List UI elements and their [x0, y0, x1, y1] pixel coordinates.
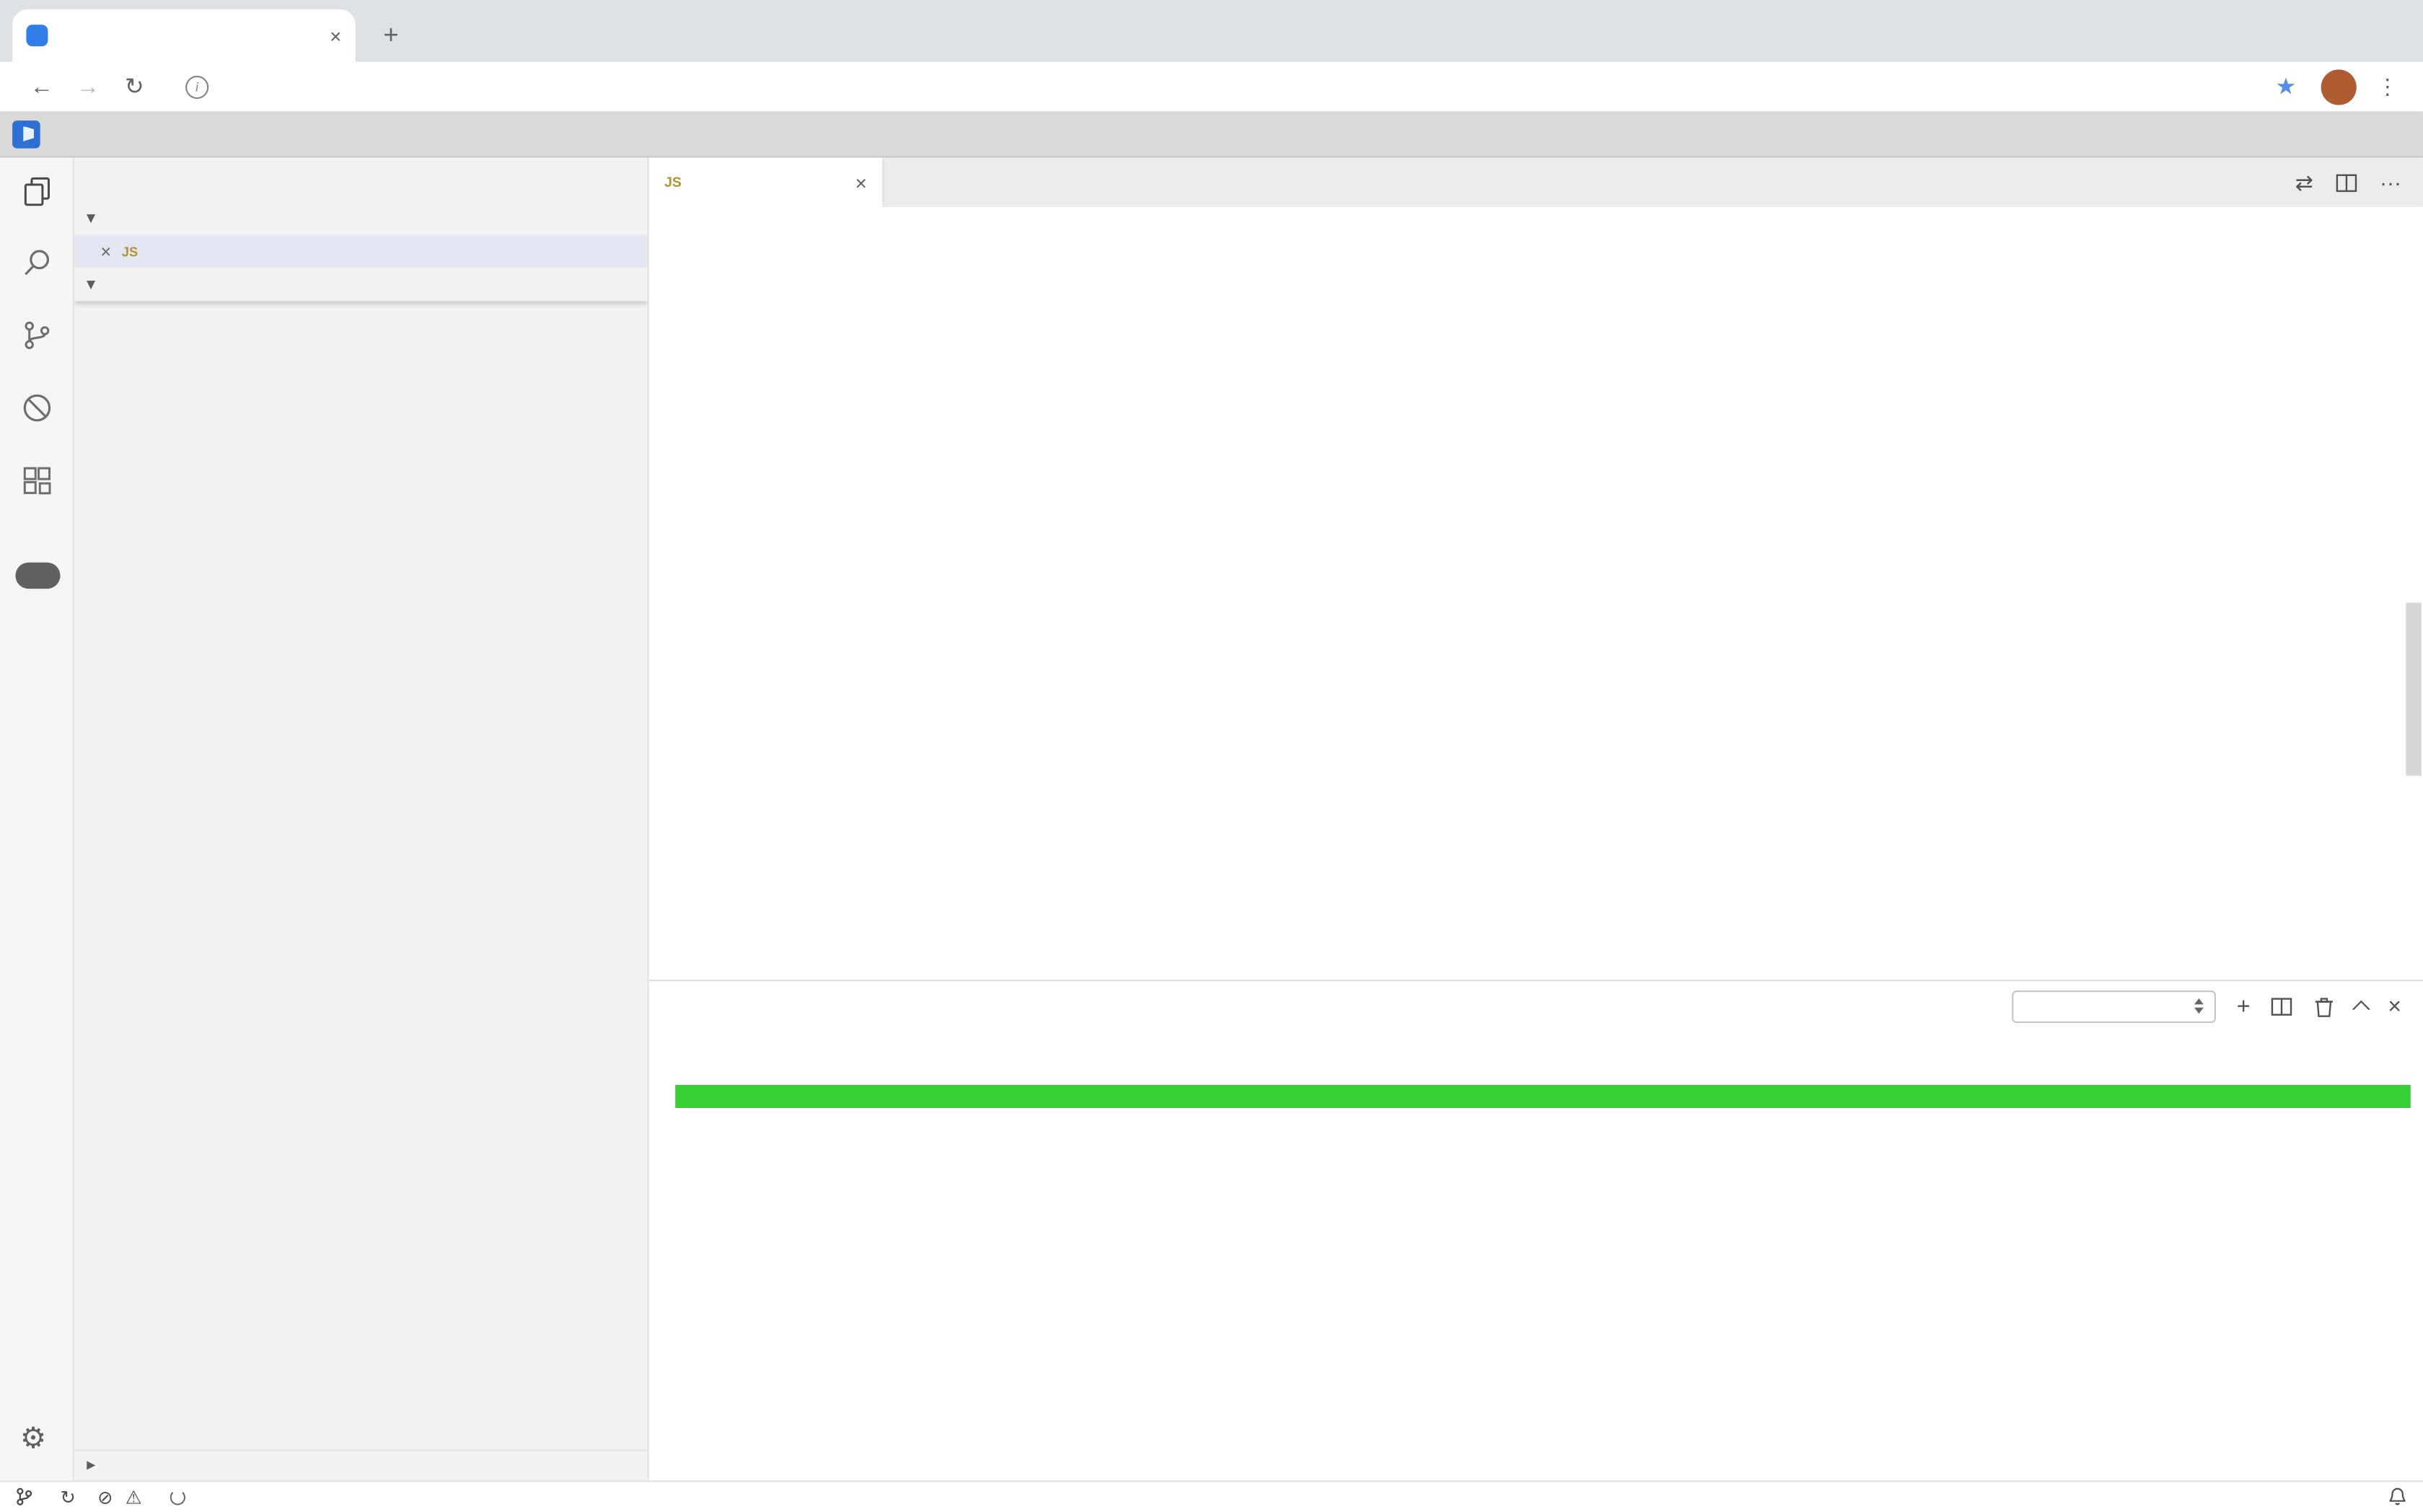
off-toggle[interactable]	[15, 563, 60, 589]
tab-close-icon[interactable]: ×	[856, 171, 867, 194]
browser-tab[interactable]: ×	[12, 9, 356, 62]
code-lines	[742, 207, 2220, 980]
branch-icon	[15, 1487, 32, 1507]
favicon-icon	[26, 25, 48, 46]
warning-icon: ⚠	[126, 1486, 142, 1508]
extensions-icon[interactable]	[19, 462, 56, 499]
debug-icon[interactable]	[19, 390, 56, 426]
file-tree	[74, 302, 648, 1450]
close-panel-icon[interactable]: ×	[2388, 995, 2401, 1018]
tab-close-icon[interactable]: ×	[330, 24, 341, 47]
terminal-select[interactable]	[2013, 990, 2217, 1022]
js-file-icon: JS	[664, 175, 682, 190]
notifications-bell-icon[interactable]	[2388, 1487, 2408, 1507]
chevron-right-icon: ▸	[82, 1457, 101, 1474]
forward-button[interactable]: →	[65, 74, 111, 100]
more-actions-icon[interactable]: ···	[2380, 170, 2401, 195]
explorer-icon[interactable]	[19, 173, 56, 210]
loading-spinner-icon	[170, 1490, 185, 1505]
new-tab-button[interactable]: +	[371, 15, 411, 56]
close-editor-icon[interactable]: ×	[100, 240, 111, 262]
reload-button[interactable]: ↻	[111, 73, 157, 101]
source-control-icon[interactable]	[19, 317, 56, 353]
minimap[interactable]	[2220, 207, 2404, 980]
workspace-header[interactable]: ▾	[74, 268, 648, 302]
gutter	[649, 207, 742, 980]
chevron-down-icon: ▾	[82, 276, 101, 293]
panel-header: + ×	[649, 981, 2423, 1031]
split-terminal-icon[interactable]	[2270, 995, 2293, 1018]
scrollbar-thumb[interactable]	[2406, 602, 2421, 775]
menubar	[0, 111, 2423, 157]
new-terminal-icon[interactable]: +	[2237, 995, 2251, 1018]
htop-table	[675, 1085, 2411, 1107]
profile-avatar[interactable]	[2321, 69, 2357, 104]
sidebar-title	[74, 158, 648, 201]
chevron-down-icon: ▾	[82, 209, 101, 227]
editor-tab[interactable]: JS ×	[649, 158, 884, 208]
open-editors-header[interactable]: ▾	[74, 201, 648, 234]
sync-button[interactable]: ↻	[61, 1486, 76, 1508]
language-status[interactable]	[170, 1490, 191, 1505]
editor-scrollbar[interactable]	[2404, 207, 2423, 980]
settings-gear-icon[interactable]: ⚙	[20, 1422, 47, 1457]
editor[interactable]	[649, 207, 2423, 980]
bookmark-star-icon[interactable]: ★	[2275, 73, 2296, 101]
terminal[interactable]	[649, 1031, 2423, 1480]
search-icon[interactable]	[19, 244, 56, 281]
sidebar: ▾ × JS ▾ ▸	[74, 158, 649, 1481]
workbench: ⚙ ▾ × JS ▾ ▸	[0, 158, 2423, 1481]
back-button[interactable]: ←	[19, 74, 65, 100]
htop-table-header	[675, 1085, 2411, 1107]
site-info-icon[interactable]: i	[185, 75, 208, 98]
problems-indicator[interactable]: ⊘ ⚠	[97, 1486, 148, 1508]
open-editor-item[interactable]: × JS	[74, 235, 648, 268]
split-editor-icon[interactable]	[2335, 171, 2358, 194]
branch-indicator[interactable]	[15, 1487, 38, 1507]
browser-tab-bar: × +	[0, 0, 2423, 62]
app-logo-icon[interactable]	[12, 120, 40, 148]
browser-toolbar: ← → ↻ i ★ ⋮	[0, 62, 2423, 112]
editor-tab-bar: JS × ⇄ ···	[649, 158, 2423, 208]
status-bar: ↻ ⊘ ⚠	[0, 1480, 2423, 1512]
activity-bar: ⚙	[0, 158, 74, 1481]
maximize-panel-icon[interactable]	[2353, 1001, 2370, 1018]
editor-group: JS × ⇄ ···	[649, 158, 2423, 1481]
editor-actions: ⇄ ···	[2295, 170, 2423, 195]
error-icon: ⊘	[97, 1486, 113, 1508]
kill-terminal-icon[interactable]	[2313, 995, 2335, 1018]
screen: × + ← → ↻ i ★ ⋮	[0, 0, 2423, 1512]
panel: + ×	[649, 980, 2423, 1480]
outline-header[interactable]: ▸	[74, 1449, 648, 1480]
js-file-icon: JS	[119, 243, 141, 258]
panel-actions: + ×	[2013, 990, 2423, 1022]
browser-menu-icon[interactable]: ⋮	[2377, 74, 2398, 100]
open-changes-icon[interactable]: ⇄	[2295, 170, 2313, 195]
select-arrows-icon	[2195, 998, 2204, 1013]
